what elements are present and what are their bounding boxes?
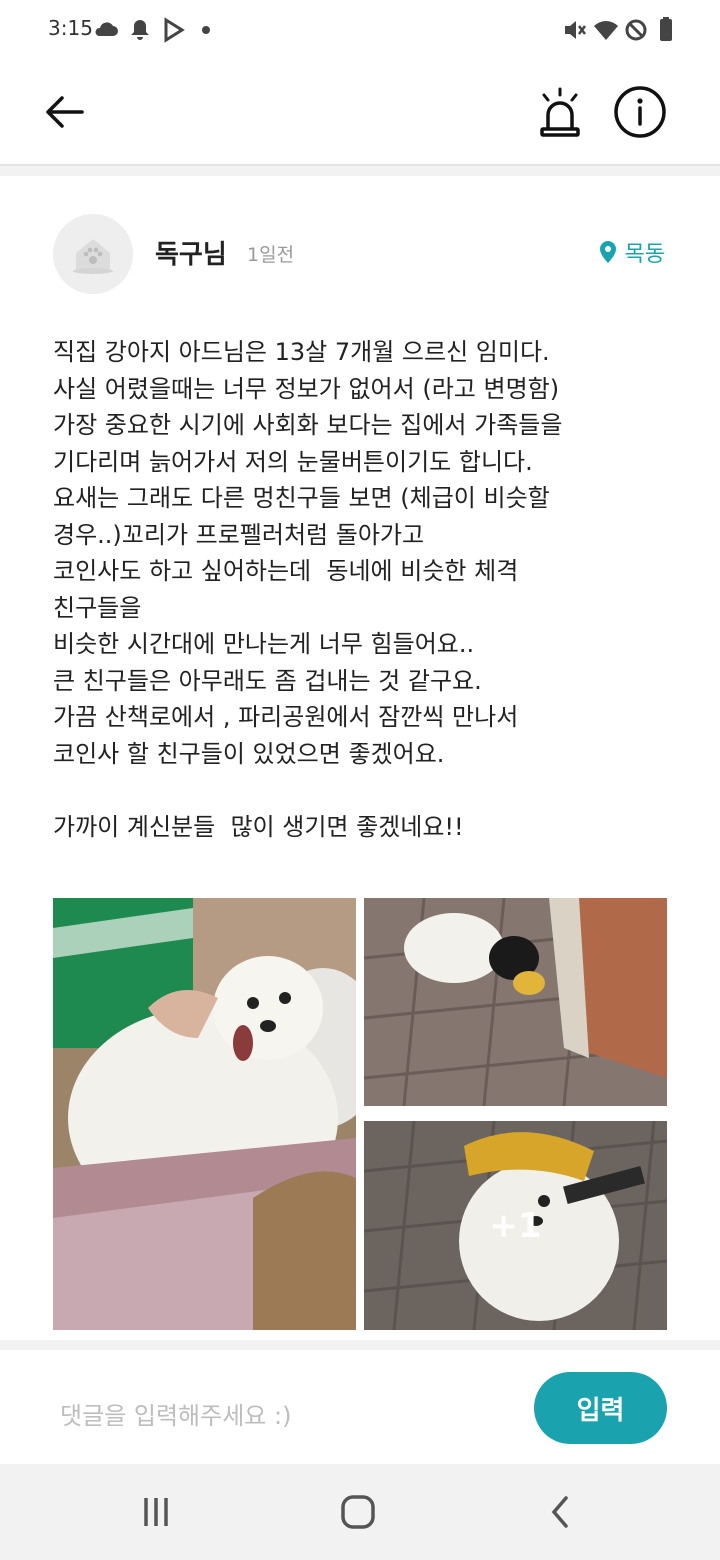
do-not-disturb-icon [625, 19, 647, 41]
app-bar [0, 60, 720, 166]
home-button[interactable] [334, 1488, 382, 1536]
recent-apps-icon [144, 1498, 168, 1526]
photo-main[interactable] [53, 898, 356, 1330]
comment-input[interactable]: 댓글을 입력해주세요 :) [60, 1396, 291, 1431]
avatar[interactable] [53, 214, 133, 294]
author-name[interactable]: 독구님 [155, 234, 227, 271]
home-icon [341, 1495, 375, 1529]
submit-comment-button[interactable]: 입력 [534, 1372, 667, 1444]
photo-grid: +1 [53, 898, 667, 1330]
more-photos-count: +1 [489, 1205, 542, 1246]
status-bar: 3:15 [0, 0, 720, 60]
dot-icon [202, 26, 210, 34]
post-body: 직집 강아지 아드님은 13살 7개월 으르신 임미다. 사실 어렸을때는 너무… [53, 338, 563, 841]
chevron-left-icon [551, 1496, 568, 1528]
arrow-left-icon [46, 96, 84, 128]
status-time: 3:15 [48, 16, 93, 40]
location-pin-icon [599, 241, 616, 263]
location-tag: 목동 [599, 236, 665, 268]
info-icon [614, 86, 666, 138]
post-time: 1일전 [247, 244, 295, 266]
post: 독구님 1일전 목동 직집 강아지 아드님은 13살 7개월 으르신 임미다. … [0, 176, 720, 1336]
siren-icon [540, 87, 580, 137]
wifi-icon [594, 21, 618, 40]
cloud-icon [95, 22, 118, 36]
comment-bar: 댓글을 입력해주세요 :) 입력 [0, 1340, 720, 1474]
system-back-button[interactable] [536, 1488, 584, 1536]
recent-apps-button[interactable] [132, 1488, 180, 1536]
dog-sniffing-photo [364, 898, 667, 1106]
bell-icon [131, 20, 149, 40]
photo-bottom-right[interactable]: +1 [364, 1121, 667, 1330]
mute-icon [565, 21, 586, 39]
dog-on-couch-photo [53, 898, 356, 1330]
info-button[interactable] [608, 80, 672, 144]
photo-top-right[interactable] [364, 898, 667, 1106]
system-nav-bar [0, 1464, 720, 1560]
battery-icon [660, 17, 672, 41]
location-label: 목동 [624, 242, 665, 267]
play-store-icon [164, 17, 185, 43]
section-divider [0, 166, 720, 176]
report-button[interactable] [528, 80, 592, 144]
back-button[interactable] [32, 80, 96, 144]
paw-house-icon [73, 239, 113, 274]
